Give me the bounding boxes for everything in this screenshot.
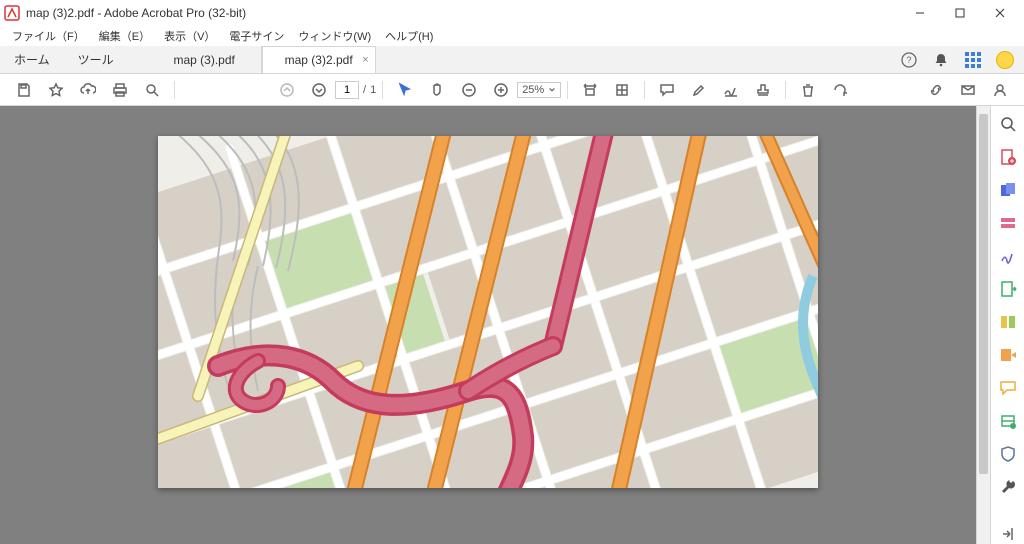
maximize-button[interactable]: [940, 0, 980, 26]
account-avatar-icon[interactable]: [996, 51, 1014, 69]
save-icon[interactable]: [12, 78, 36, 102]
print-icon[interactable]: [108, 78, 132, 102]
help-icon[interactable]: ?: [900, 51, 918, 69]
combine-files-icon[interactable]: [998, 180, 1018, 199]
zoom-in-icon[interactable]: [489, 78, 513, 102]
page-current-input[interactable]: [335, 81, 359, 99]
svg-text:?: ?: [906, 55, 911, 65]
window-title: map (3)2.pdf - Adobe Acrobat Pro (32-bit…: [26, 6, 900, 20]
menu-esign[interactable]: 電子サイン: [223, 26, 290, 46]
find-icon[interactable]: [140, 78, 164, 102]
scan-ocr-icon[interactable]: [998, 412, 1018, 431]
create-pdf-icon[interactable]: [998, 147, 1018, 166]
edit-pdf-icon[interactable]: [998, 213, 1018, 232]
page-sep: /: [363, 84, 366, 96]
zoom-select[interactable]: 25%: [517, 82, 561, 98]
tab-label: map (3)2.pdf: [285, 53, 353, 67]
fit-page-icon[interactable]: [610, 78, 634, 102]
profile-icon[interactable]: [988, 78, 1012, 102]
close-button[interactable]: [980, 0, 1020, 26]
page-down-icon[interactable]: [307, 78, 331, 102]
comment-icon[interactable]: [655, 78, 679, 102]
mail-icon[interactable]: [956, 78, 980, 102]
menu-help[interactable]: ヘルプ(H): [379, 26, 439, 46]
organize-pages-icon[interactable]: [998, 312, 1018, 331]
vertical-scrollbar[interactable]: [976, 106, 990, 544]
menu-bar: ファイル（F） 編集（E） 表示（V） 電子サイン ウィンドウ(W) ヘルプ(H…: [0, 26, 1024, 46]
sign-tool-icon[interactable]: [998, 246, 1018, 265]
cloud-upload-icon[interactable]: [76, 78, 100, 102]
minimize-button[interactable]: [900, 0, 940, 26]
link-icon[interactable]: [924, 78, 948, 102]
menu-window[interactable]: ウィンドウ(W): [292, 26, 377, 46]
highlight-icon[interactable]: [687, 78, 711, 102]
apps-grid-icon[interactable]: [964, 51, 982, 69]
tab-label: map (3).pdf: [173, 53, 234, 67]
fit-width-icon[interactable]: [578, 78, 602, 102]
map-content: [158, 136, 818, 488]
tab-document-2[interactable]: map (3)2.pdf ×: [262, 46, 376, 73]
export-pdf-icon[interactable]: [998, 279, 1018, 298]
menu-edit[interactable]: 編集（E）: [93, 26, 156, 46]
tools-side-panel: [990, 106, 1024, 544]
comment-tool-icon[interactable]: [998, 379, 1018, 398]
zoom-value: 25%: [522, 84, 544, 96]
page-counter: / 1: [335, 81, 376, 99]
bell-icon[interactable]: [932, 51, 950, 69]
hand-icon[interactable]: [425, 78, 449, 102]
page-up-icon[interactable]: [275, 78, 299, 102]
pointer-icon[interactable]: [393, 78, 417, 102]
star-icon[interactable]: [44, 78, 68, 102]
tab-home[interactable]: ホーム: [0, 46, 64, 73]
main-toolbar: / 1 25%: [0, 74, 1024, 106]
close-icon[interactable]: ×: [362, 54, 368, 66]
collapse-panel-icon[interactable]: [998, 525, 1018, 544]
document-viewport[interactable]: [0, 106, 976, 544]
scroll-thumb[interactable]: [979, 114, 988, 474]
stamp-icon[interactable]: [751, 78, 775, 102]
tab-document-1[interactable]: map (3).pdf: [148, 46, 262, 73]
window-buttons: [900, 0, 1020, 26]
page-total: 1: [370, 84, 376, 96]
work-area: [0, 106, 1024, 544]
zoom-out-icon[interactable]: [457, 78, 481, 102]
tab-tools[interactable]: ツール: [64, 46, 128, 73]
trash-icon[interactable]: [796, 78, 820, 102]
rotate-icon[interactable]: [828, 78, 852, 102]
pdf-page: [158, 136, 818, 488]
send-comments-icon[interactable]: [998, 346, 1018, 365]
search-tool-icon[interactable]: [998, 114, 1018, 133]
tab-bar: ホーム ツール map (3).pdf map (3)2.pdf × ?: [0, 46, 1024, 74]
sign-icon[interactable]: [719, 78, 743, 102]
app-icon: [4, 5, 20, 21]
more-tools-icon[interactable]: [998, 478, 1018, 497]
menu-file[interactable]: ファイル（F）: [6, 26, 91, 46]
title-bar: map (3)2.pdf - Adobe Acrobat Pro (32-bit…: [0, 0, 1024, 26]
menu-view[interactable]: 表示（V）: [158, 26, 221, 46]
protect-icon[interactable]: [998, 445, 1018, 464]
